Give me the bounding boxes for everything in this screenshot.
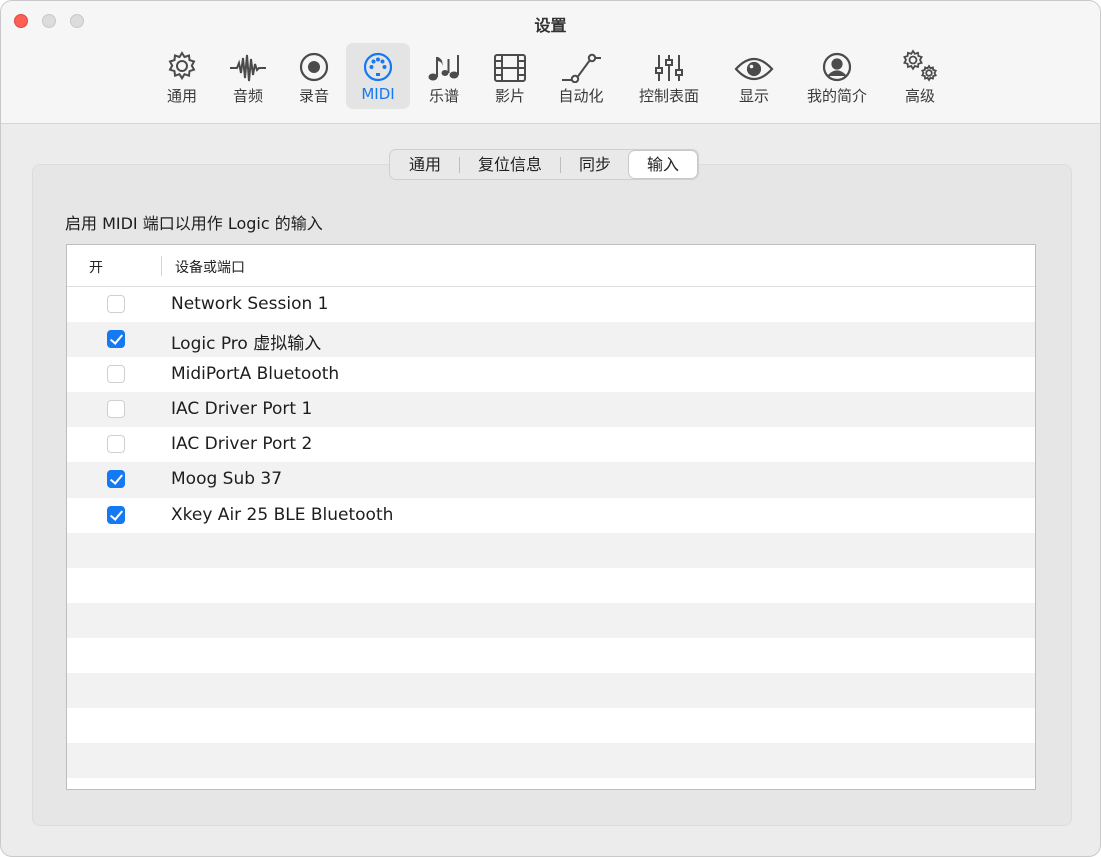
table-row: [67, 638, 1035, 673]
midi-port-icon: [362, 43, 394, 83]
table-row: [67, 708, 1035, 743]
table-row: [67, 532, 1035, 568]
device-name: MidiPortA Bluetooth: [171, 364, 340, 385]
enable-checkbox[interactable]: [107, 330, 125, 349]
enable-checkbox[interactable]: [107, 400, 125, 419]
tab-sync[interactable]: 同步: [561, 151, 629, 178]
enable-checkbox[interactable]: [107, 365, 125, 384]
toolbar-item-audio[interactable]: 音频: [223, 43, 273, 109]
column-header-on[interactable]: 开: [89, 257, 103, 277]
enable-checkbox[interactable]: [107, 505, 125, 524]
table-row[interactable]: IAC Driver Port 2: [67, 427, 1035, 462]
tab-bar: 通用 复位信息 同步 输入: [389, 149, 700, 180]
toolbar-label: 音频: [232, 87, 263, 105]
gears-icon: [900, 43, 940, 83]
enable-checkbox[interactable]: [107, 295, 125, 313]
midi-input-table: 开 设备或端口 Network Session 1 Logic Pro 虚拟输入 M…: [66, 244, 1036, 790]
device-name: Xkey Air 25 BLE Bluetooth: [171, 504, 394, 525]
device-name: Logic Pro 虚拟输入: [171, 334, 322, 355]
column-header-device[interactable]: 设备或端口: [175, 257, 245, 277]
toolbar-label: 高级: [904, 87, 935, 105]
toolbar-item-midi[interactable]: MIDI: [346, 43, 410, 109]
table-row[interactable]: Logic Pro 虚拟输入: [67, 322, 1035, 358]
table-row[interactable]: Moog Sub 37: [67, 462, 1035, 498]
table-row: [67, 743, 1035, 779]
table-row[interactable]: MidiPortA Bluetooth: [67, 357, 1035, 392]
sliders-icon: [653, 43, 685, 83]
toolbar-label: 控制表面: [638, 87, 699, 105]
table-row[interactable]: Network Session 1: [67, 287, 1035, 322]
table-row: [67, 568, 1035, 603]
record-icon: [298, 43, 330, 83]
person-circle-icon: [821, 43, 853, 83]
toolbar-label: 自动化: [558, 87, 604, 105]
table-row: [67, 602, 1035, 638]
device-name: IAC Driver Port 1: [171, 399, 313, 420]
toolbar-item-movie[interactable]: 影片: [485, 43, 535, 109]
toolbar-item-score[interactable]: 乐谱: [419, 43, 469, 109]
toolbar-label: 乐谱: [428, 87, 459, 105]
table-body: Network Session 1 Logic Pro 虚拟输入 MidiPortA…: [67, 287, 1035, 779]
tab-reset-messages[interactable]: 复位信息: [460, 151, 560, 178]
toolbar-item-record[interactable]: 录音: [289, 43, 339, 109]
toolbar-label: 录音: [298, 87, 329, 105]
table-row[interactable]: IAC Driver Port 1: [67, 392, 1035, 428]
toolbar-label: 影片: [494, 87, 525, 105]
waveform-icon: [229, 43, 267, 83]
toolbar-label: 通用: [166, 87, 197, 105]
tab-input[interactable]: 输入: [629, 151, 698, 178]
automation-curve-icon: [560, 43, 602, 83]
section-label: 启用 MIDI 端口以用作 Logic 的输入: [65, 214, 323, 233]
film-icon: [493, 43, 527, 83]
toolbar-item-advanced[interactable]: 高级: [895, 43, 945, 109]
toolbar-label: 显示: [738, 87, 769, 105]
toolbar-item-general[interactable]: 通用: [157, 43, 207, 109]
tab-general[interactable]: 通用: [391, 151, 459, 178]
toolbar-label: 我的简介: [806, 87, 867, 105]
toolbar-item-display[interactable]: 显示: [729, 43, 779, 109]
gear-icon: [165, 43, 199, 83]
table-row: [67, 673, 1035, 709]
device-name: Moog Sub 37: [171, 469, 283, 490]
settings-toolbar: 通用 音频 录音 MIDI 乐谱 影片 自动化 控制表面 显示 我的简介 高级: [1, 43, 1100, 111]
table-header: 开 设备或端口: [67, 245, 1035, 287]
titlebar: 设置 通用 音频 录音 MIDI 乐谱 影片 自动化 控制表面 显示 我的简介 …: [1, 1, 1100, 124]
table-row[interactable]: Xkey Air 25 BLE Bluetooth: [67, 498, 1035, 533]
device-name: IAC Driver Port 2: [171, 434, 313, 455]
settings-window: 设置 通用 音频 录音 MIDI 乐谱 影片 自动化 控制表面 显示 我的简介 …: [0, 0, 1101, 857]
enable-checkbox[interactable]: [107, 470, 125, 489]
eye-icon: [734, 43, 774, 83]
column-divider[interactable]: [161, 256, 162, 276]
music-notes-icon: [425, 43, 463, 83]
toolbar-item-control-surfaces[interactable]: 控制表面: [633, 43, 705, 109]
toolbar-label: MIDI: [361, 85, 395, 103]
window-title: 设置: [534, 16, 567, 35]
device-name: Network Session 1: [171, 294, 329, 314]
toolbar-item-automation[interactable]: 自动化: [553, 43, 609, 109]
toolbar-item-my-info[interactable]: 我的简介: [801, 43, 873, 109]
enable-checkbox[interactable]: [107, 435, 125, 454]
